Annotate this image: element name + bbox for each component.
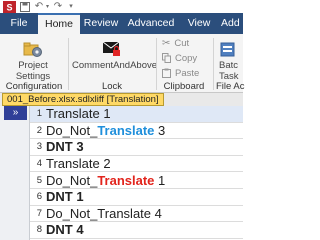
document-tab-strip: 001_Before.xlsx.sdlxliff [Translation]: [0, 93, 243, 106]
segment-text-after: 3: [154, 122, 166, 138]
batch-tasks-label: Batc Task: [219, 60, 239, 82]
chevron-down-icon[interactable]: ▾: [44, 0, 51, 14]
scissors-icon: ✂: [162, 37, 171, 49]
comment-and-above-button[interactable]: CommentAndAbove: [72, 36, 158, 80]
quick-access-toolbar: S ↶ ▾ ↷ ▾: [0, 0, 243, 14]
copy-button[interactable]: Copy: [162, 52, 197, 64]
app-logo-icon: S: [2, 0, 16, 14]
segment-text-before: Do_Not_: [46, 172, 98, 188]
segment-number: 7: [36, 207, 42, 219]
tab-add[interactable]: Add: [218, 13, 243, 34]
segment-text-after: 1: [154, 172, 166, 188]
segment-text-before: Translate 2: [46, 156, 111, 172]
segment-number: 2: [36, 124, 42, 136]
tab-home[interactable]: Home: [38, 13, 80, 34]
save-icon[interactable]: [19, 0, 31, 14]
project-settings-label: Project Settings: [15, 60, 51, 82]
segment-text-before: DNT 4: [46, 222, 84, 238]
segment-row[interactable]: 4 Translate 2: [30, 156, 243, 173]
segment-text[interactable]: Do_Not_Translate 3: [46, 123, 165, 138]
editor-grid: » 1 Translate 1 2 Do_Not_Translate 3 3 DNT 34…: [0, 106, 243, 240]
project-settings-button[interactable]: Project Settings: [4, 36, 62, 82]
comment-and-above-label: CommentAndAbove: [72, 60, 158, 71]
batch-tasks-button[interactable]: Batc Task: [216, 36, 243, 82]
segment-text[interactable]: Translate 1: [46, 106, 111, 121]
customize-icon[interactable]: ▾: [66, 0, 76, 14]
segment-text[interactable]: DNT 4: [46, 222, 84, 237]
segment-number: 8: [36, 224, 42, 236]
segment-text-before: Do_Not_: [46, 122, 98, 138]
segment-number: 6: [36, 191, 42, 203]
segment-text-before: DNT 3: [46, 139, 84, 155]
segment-text-before: Translate 1: [46, 106, 111, 122]
project-settings-icon: [4, 36, 62, 58]
expand-panel-button[interactable]: »: [4, 106, 27, 120]
group-label-clipboard: Clipboard: [163, 81, 205, 92]
side-panel: »: [0, 106, 30, 240]
segment-row[interactable]: 6 DNT 1: [30, 189, 243, 206]
redo-icon[interactable]: ↷: [52, 0, 64, 14]
segment-row[interactable]: 7 Do_Not_Translate 4: [30, 206, 243, 223]
segment-row[interactable]: 8 DNT 4: [30, 222, 243, 239]
paste-icon: [162, 68, 171, 78]
segment-number: 4: [36, 158, 42, 170]
segment-number: 3: [36, 141, 42, 153]
svg-text:S: S: [6, 3, 12, 13]
segment-text[interactable]: Do_Not_Translate 4: [46, 206, 162, 221]
tab-review[interactable]: Review: [80, 13, 122, 34]
ribbon-panel: Project Settings Configuration CommentAn…: [0, 34, 245, 93]
segment-row[interactable]: 3 DNT 3: [30, 139, 243, 156]
tab-view[interactable]: View: [180, 13, 218, 34]
tab-advanced[interactable]: Advanced: [122, 13, 180, 34]
segment-text[interactable]: Translate 2: [46, 156, 111, 171]
paste-button[interactable]: Paste: [162, 67, 199, 79]
segment-row[interactable]: 1 Translate 1: [30, 106, 243, 123]
document-tab[interactable]: 001_Before.xlsx.sdlxliff [Translation]: [2, 93, 164, 106]
group-separator: [213, 38, 214, 90]
ribbon-tab-bar: File Home Review Advanced View Add: [0, 13, 243, 34]
group-separator: [68, 38, 69, 90]
batch-tasks-icon: [219, 36, 243, 58]
cut-label: Cut: [174, 37, 190, 49]
segment-text[interactable]: Do_Not_Translate 1: [46, 173, 165, 188]
segment-text-before: Do_Not_Translate 4: [46, 205, 162, 221]
cut-button[interactable]: ✂ Cut: [162, 37, 189, 49]
copy-label: Copy: [175, 52, 198, 64]
group-label-file-actions: File Ac: [216, 81, 245, 92]
segment-text[interactable]: DNT 3: [46, 139, 84, 154]
highlighted-term: Translate: [97, 172, 155, 188]
segment-number: 5: [36, 174, 42, 186]
segment-text-before: DNT 1: [46, 189, 84, 205]
segment-text[interactable]: DNT 1: [46, 189, 84, 204]
lock-envelope-icon: [72, 36, 152, 58]
highlighted-term: Translate: [97, 122, 155, 138]
group-label-configuration: Configuration: [5, 81, 63, 92]
group-label-lock: Lock: [101, 81, 123, 92]
segment-number: 1: [36, 108, 42, 120]
group-separator: [156, 38, 157, 90]
copy-icon: [162, 53, 171, 63]
segment-row[interactable]: 2 Do_Not_Translate 3: [30, 123, 243, 140]
paste-label: Paste: [175, 67, 200, 79]
tab-file[interactable]: File: [0, 13, 38, 34]
segment-row[interactable]: 5 Do_Not_Translate 1: [30, 172, 243, 189]
